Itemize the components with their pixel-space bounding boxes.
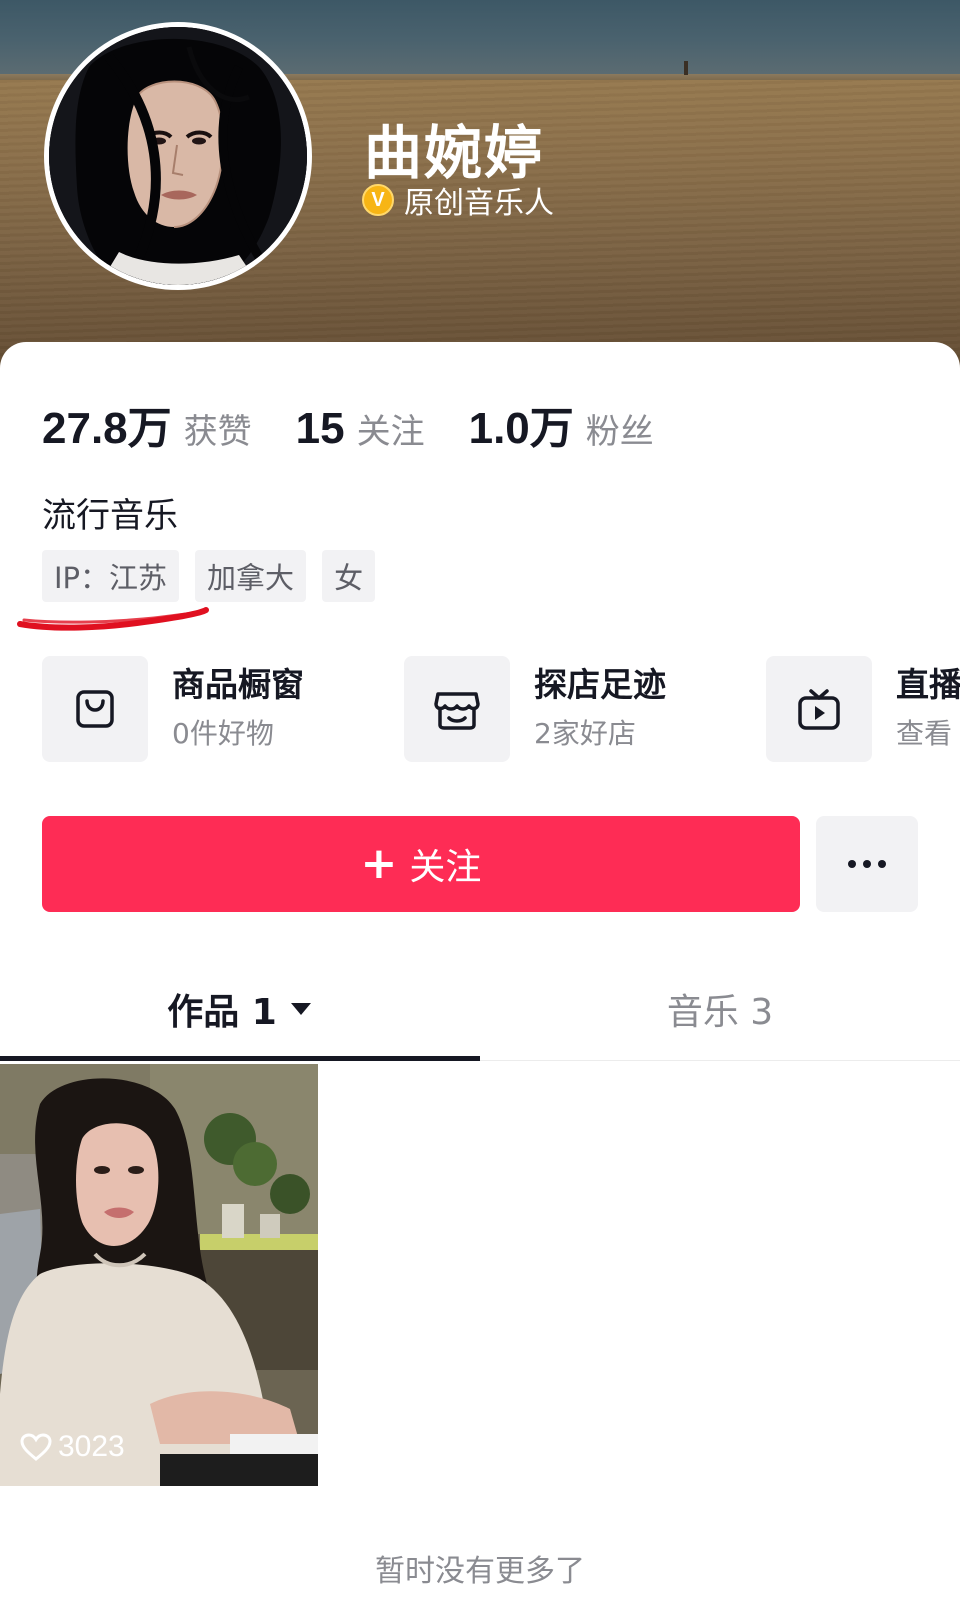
- store-icon: [404, 656, 510, 762]
- video-likes: 3023: [20, 1430, 125, 1464]
- avatar-portrait: [49, 27, 307, 285]
- video-likes-count: 3023: [58, 1430, 125, 1463]
- content-tabs: 作品 1 音乐 3: [0, 958, 960, 1061]
- follow-button[interactable]: + 关注: [42, 816, 800, 912]
- annotation-underline: [17, 607, 209, 631]
- profile-stats: 27.8万 获赞 15 关注 1.0万 粉丝: [42, 392, 698, 456]
- avatar[interactable]: [44, 22, 312, 290]
- verified-badge-icon: V: [362, 184, 394, 216]
- stat-likes-value: 27.8万: [42, 404, 172, 453]
- tab-music-label: 音乐 3: [666, 992, 774, 1033]
- feature-product-window-subtitle: 0件好物: [172, 717, 274, 750]
- verified-label: 原创音乐人: [404, 186, 554, 221]
- banner-post: [684, 61, 688, 75]
- ellipsis-icon: [848, 860, 886, 868]
- more-options-button[interactable]: [816, 816, 918, 912]
- feature-store-visits-title: 探店足迹: [534, 665, 666, 704]
- tag-country: 加拿大: [195, 550, 307, 602]
- feature-shortcuts: 商品橱窗 0件好物 探店足迹 2家好店 直播 查看: [42, 656, 960, 762]
- tag-ip-location: IP：江苏: [42, 550, 180, 602]
- feature-live-title: 直播: [896, 665, 960, 704]
- feature-product-window-title: 商品橱窗: [172, 665, 304, 704]
- tab-works-label: 作品 1: [167, 992, 277, 1033]
- tab-works[interactable]: 作品 1: [0, 958, 480, 1061]
- plus-icon: +: [360, 838, 398, 889]
- stat-followers-value: 1.0万: [468, 404, 574, 453]
- stat-followers[interactable]: 1.0万 粉丝: [469, 392, 654, 456]
- feature-live[interactable]: 直播 查看: [766, 656, 960, 762]
- shopping-bag-icon: [42, 656, 148, 762]
- follow-button-label: 关注: [409, 847, 482, 888]
- tab-active-indicator: [0, 1056, 480, 1061]
- stat-followers-label: 粉丝: [585, 412, 654, 452]
- stat-likes-label: 获赞: [183, 412, 252, 452]
- feature-live-subtitle: 查看: [896, 717, 953, 750]
- video-thumbnail[interactable]: 3023: [0, 1064, 318, 1486]
- feature-store-visits[interactable]: 探店足迹 2家好店: [404, 656, 766, 762]
- tag-gender: 女: [322, 550, 376, 602]
- feature-product-window[interactable]: 商品橱窗 0件好物: [42, 656, 404, 762]
- stat-likes[interactable]: 27.8万 获赞: [42, 392, 252, 456]
- feature-store-visits-subtitle: 2家好店: [534, 717, 636, 750]
- caret-down-icon: [290, 1003, 311, 1015]
- profile-bio: 流行音乐: [42, 496, 178, 536]
- profile-tags: IP：江苏 加拿大 女: [42, 550, 376, 602]
- stat-following-value: 15: [295, 404, 345, 453]
- stat-following-label: 关注: [356, 412, 425, 452]
- video-thumbnail-image: [0, 1064, 318, 1486]
- heart-icon: [20, 1433, 52, 1461]
- tab-music[interactable]: 音乐 3: [480, 958, 960, 1060]
- verification-row: V 原创音乐人: [362, 178, 554, 222]
- stat-following[interactable]: 15 关注: [296, 404, 425, 454]
- no-more-content-text: 暂时没有更多了: [375, 1554, 585, 1589]
- tv-play-icon: [766, 656, 872, 762]
